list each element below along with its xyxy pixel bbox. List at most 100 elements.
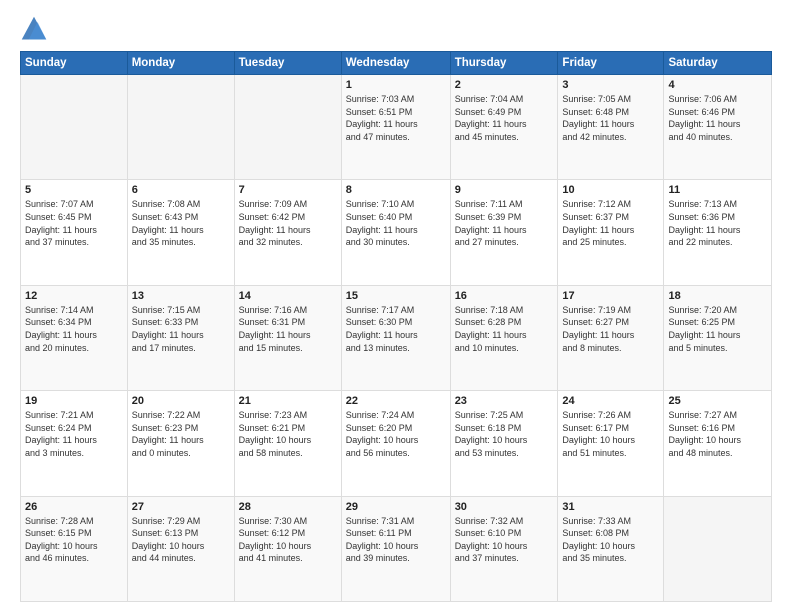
day-number: 24 — [562, 395, 659, 407]
header-day-sunday: Sunday — [21, 52, 128, 75]
week-row-4: 26 Sunrise: 7:28 AM Sunset: 6:15 PM Dayli… — [21, 496, 772, 601]
header-day-saturday: Saturday — [664, 52, 772, 75]
day-number: 20 — [132, 395, 230, 407]
day-cell: 2 Sunrise: 7:04 AM Sunset: 6:49 PM Daylig… — [450, 75, 558, 180]
day-info: Sunrise: 7:17 AM Sunset: 6:30 PM Dayligh… — [346, 304, 446, 354]
day-info: Sunrise: 7:25 AM Sunset: 6:18 PM Dayligh… — [455, 409, 554, 459]
day-number: 17 — [562, 290, 659, 302]
day-info: Sunrise: 7:20 AM Sunset: 6:25 PM Dayligh… — [668, 304, 767, 354]
day-number: 11 — [668, 184, 767, 196]
logo — [20, 15, 52, 43]
day-info: Sunrise: 7:19 AM Sunset: 6:27 PM Dayligh… — [562, 304, 659, 354]
day-cell: 1 Sunrise: 7:03 AM Sunset: 6:51 PM Daylig… — [341, 75, 450, 180]
week-row-1: 5 Sunrise: 7:07 AM Sunset: 6:45 PM Daylig… — [21, 180, 772, 285]
calendar-body: 1 Sunrise: 7:03 AM Sunset: 6:51 PM Daylig… — [21, 75, 772, 602]
day-info: Sunrise: 7:32 AM Sunset: 6:10 PM Dayligh… — [455, 515, 554, 565]
week-row-3: 19 Sunrise: 7:21 AM Sunset: 6:24 PM Dayli… — [21, 391, 772, 496]
day-info: Sunrise: 7:29 AM Sunset: 6:13 PM Dayligh… — [132, 515, 230, 565]
header-day-tuesday: Tuesday — [234, 52, 341, 75]
day-cell: 19 Sunrise: 7:21 AM Sunset: 6:24 PM Dayli… — [21, 391, 128, 496]
day-number: 3 — [562, 79, 659, 91]
day-info: Sunrise: 7:11 AM Sunset: 6:39 PM Dayligh… — [455, 198, 554, 248]
day-cell: 5 Sunrise: 7:07 AM Sunset: 6:45 PM Daylig… — [21, 180, 128, 285]
week-row-0: 1 Sunrise: 7:03 AM Sunset: 6:51 PM Daylig… — [21, 75, 772, 180]
day-number: 2 — [455, 79, 554, 91]
day-cell: 30 Sunrise: 7:32 AM Sunset: 6:10 PM Dayli… — [450, 496, 558, 601]
week-row-2: 12 Sunrise: 7:14 AM Sunset: 6:34 PM Dayli… — [21, 285, 772, 390]
day-info: Sunrise: 7:22 AM Sunset: 6:23 PM Dayligh… — [132, 409, 230, 459]
day-number: 26 — [25, 501, 123, 513]
day-info: Sunrise: 7:03 AM Sunset: 6:51 PM Dayligh… — [346, 93, 446, 143]
day-info: Sunrise: 7:14 AM Sunset: 6:34 PM Dayligh… — [25, 304, 123, 354]
day-number: 18 — [668, 290, 767, 302]
day-info: Sunrise: 7:04 AM Sunset: 6:49 PM Dayligh… — [455, 93, 554, 143]
header-day-monday: Monday — [127, 52, 234, 75]
day-info: Sunrise: 7:13 AM Sunset: 6:36 PM Dayligh… — [668, 198, 767, 248]
day-info: Sunrise: 7:24 AM Sunset: 6:20 PM Dayligh… — [346, 409, 446, 459]
day-info: Sunrise: 7:18 AM Sunset: 6:28 PM Dayligh… — [455, 304, 554, 354]
day-info: Sunrise: 7:21 AM Sunset: 6:24 PM Dayligh… — [25, 409, 123, 459]
day-number: 9 — [455, 184, 554, 196]
day-cell: 14 Sunrise: 7:16 AM Sunset: 6:31 PM Dayli… — [234, 285, 341, 390]
day-cell: 28 Sunrise: 7:30 AM Sunset: 6:12 PM Dayli… — [234, 496, 341, 601]
day-number: 13 — [132, 290, 230, 302]
day-number: 10 — [562, 184, 659, 196]
day-cell: 4Sunrise: 7:06 AM Sunset: 6:46 PM Daylig… — [664, 75, 772, 180]
day-number: 16 — [455, 290, 554, 302]
day-number: 1 — [346, 79, 446, 91]
day-number: 28 — [239, 501, 337, 513]
day-number: 30 — [455, 501, 554, 513]
day-cell: 11 Sunrise: 7:13 AM Sunset: 6:36 PM Dayli… — [664, 180, 772, 285]
day-number: 6 — [132, 184, 230, 196]
header-day-thursday: Thursday — [450, 52, 558, 75]
day-info: Sunrise: 7:33 AM Sunset: 6:08 PM Dayligh… — [562, 515, 659, 565]
day-number: 23 — [455, 395, 554, 407]
day-info: Sunrise: 7:26 AM Sunset: 6:17 PM Dayligh… — [562, 409, 659, 459]
day-number: 12 — [25, 290, 123, 302]
day-info: Sunrise: 7:08 AM Sunset: 6:43 PM Dayligh… — [132, 198, 230, 248]
day-info: Sunrise: 7:07 AM Sunset: 6:45 PM Dayligh… — [25, 198, 123, 248]
day-cell: 9 Sunrise: 7:11 AM Sunset: 6:39 PM Daylig… — [450, 180, 558, 285]
header-day-wednesday: Wednesday — [341, 52, 450, 75]
day-info: Sunrise: 7:30 AM Sunset: 6:12 PM Dayligh… — [239, 515, 337, 565]
calendar: SundayMondayTuesdayWednesdayThursdayFrid… — [20, 51, 772, 602]
day-number: 25 — [668, 395, 767, 407]
day-cell: 8 Sunrise: 7:10 AM Sunset: 6:40 PM Daylig… — [341, 180, 450, 285]
day-number: 22 — [346, 395, 446, 407]
day-number: 4 — [668, 79, 767, 91]
day-number: 31 — [562, 501, 659, 513]
day-number: 14 — [239, 290, 337, 302]
day-cell: 29Sunrise: 7:31 AM Sunset: 6:11 PM Dayli… — [341, 496, 450, 601]
day-cell: 24 Sunrise: 7:26 AM Sunset: 6:17 PM Dayli… — [558, 391, 664, 496]
day-cell: 31 Sunrise: 7:33 AM Sunset: 6:08 PM Dayli… — [558, 496, 664, 601]
day-info: Sunrise: 7:23 AM Sunset: 6:21 PM Dayligh… — [239, 409, 337, 459]
day-cell: 20 Sunrise: 7:22 AM Sunset: 6:23 PM Dayli… — [127, 391, 234, 496]
day-number: 21 — [239, 395, 337, 407]
day-info: Sunrise: 7:27 AM Sunset: 6:16 PM Dayligh… — [668, 409, 767, 459]
day-cell: 7Sunrise: 7:09 AM Sunset: 6:42 PM Daylig… — [234, 180, 341, 285]
day-cell — [234, 75, 341, 180]
day-cell: 17 Sunrise: 7:19 AM Sunset: 6:27 PM Dayli… — [558, 285, 664, 390]
calendar-header: SundayMondayTuesdayWednesdayThursdayFrid… — [21, 52, 772, 75]
logo-icon — [20, 15, 48, 43]
day-cell: 6 Sunrise: 7:08 AM Sunset: 6:43 PM Daylig… — [127, 180, 234, 285]
day-cell: 13 Sunrise: 7:15 AM Sunset: 6:33 PM Dayli… — [127, 285, 234, 390]
day-cell: 23 Sunrise: 7:25 AM Sunset: 6:18 PM Dayli… — [450, 391, 558, 496]
day-info: Sunrise: 7:31 AM Sunset: 6:11 PM Dayligh… — [346, 515, 446, 565]
header — [20, 15, 772, 43]
day-cell — [664, 496, 772, 601]
day-cell — [21, 75, 128, 180]
day-cell: 15Sunrise: 7:17 AM Sunset: 6:30 PM Dayli… — [341, 285, 450, 390]
day-info: Sunrise: 7:10 AM Sunset: 6:40 PM Dayligh… — [346, 198, 446, 248]
day-number: 8 — [346, 184, 446, 196]
day-info: Sunrise: 7:28 AM Sunset: 6:15 PM Dayligh… — [25, 515, 123, 565]
day-cell: 25 Sunrise: 7:27 AM Sunset: 6:16 PM Dayli… — [664, 391, 772, 496]
day-cell: 18 Sunrise: 7:20 AM Sunset: 6:25 PM Dayli… — [664, 285, 772, 390]
day-number: 19 — [25, 395, 123, 407]
day-number: 5 — [25, 184, 123, 196]
day-cell: 22 Sunrise: 7:24 AM Sunset: 6:20 PM Dayli… — [341, 391, 450, 496]
day-cell: 12 Sunrise: 7:14 AM Sunset: 6:34 PM Dayli… — [21, 285, 128, 390]
day-info: Sunrise: 7:15 AM Sunset: 6:33 PM Dayligh… — [132, 304, 230, 354]
day-info: Sunrise: 7:12 AM Sunset: 6:37 PM Dayligh… — [562, 198, 659, 248]
day-info: Sunrise: 7:16 AM Sunset: 6:31 PM Dayligh… — [239, 304, 337, 354]
